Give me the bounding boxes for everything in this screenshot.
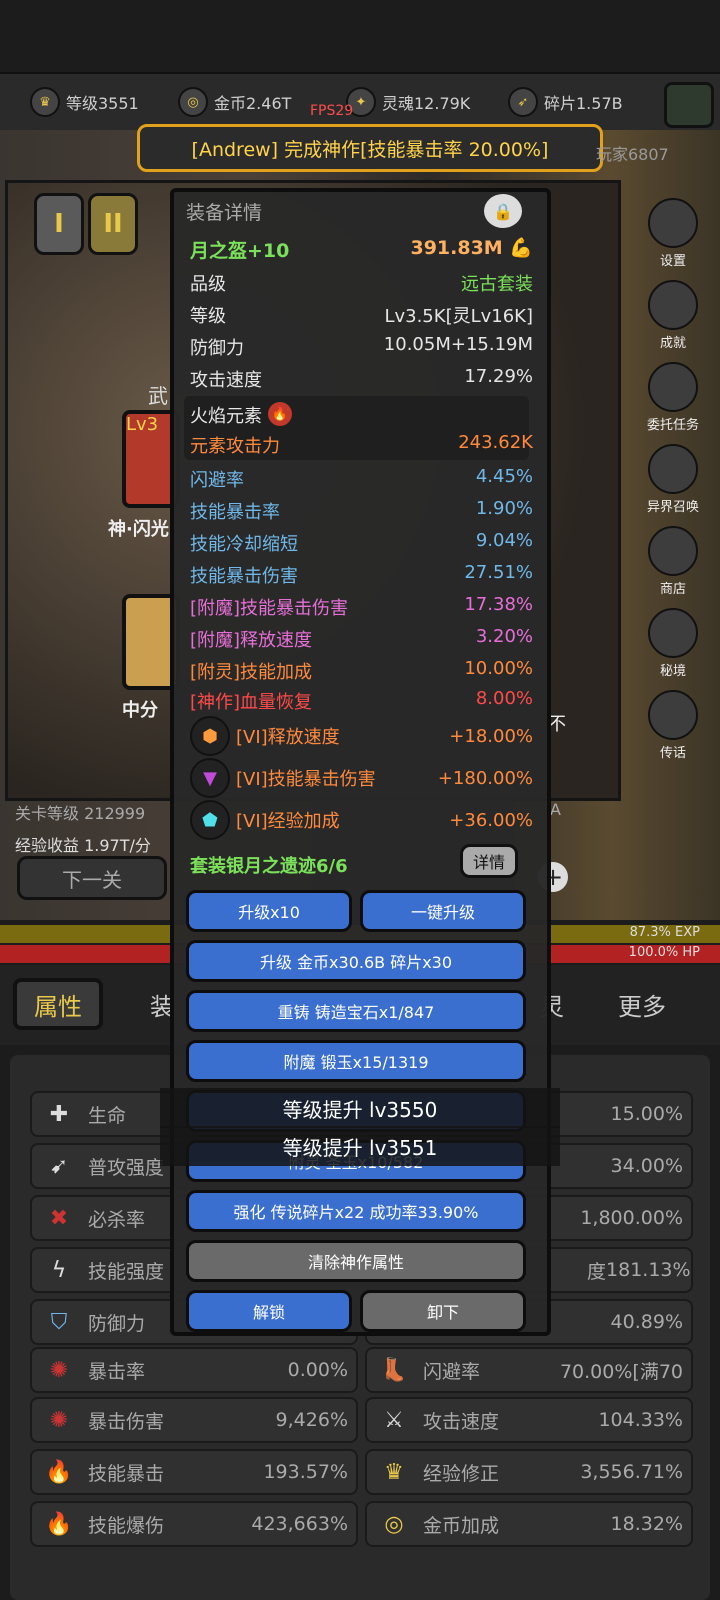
menu-secret-realm[interactable]: 秘境 [633,608,713,679]
right-a-text: A [550,800,561,819]
muscle-icon: 💪 [509,237,533,259]
affix-skill-crit-damage: 技能暴击伤害 27.51% [190,562,533,587]
stat-crit-damage: ✺ 暴击伤害 9,426% [30,1397,358,1443]
fire-icon: 🔥 [268,402,292,426]
affix-dodge: 闪避率 4.45% [190,466,533,491]
affix-enchant-crit-damage: [附魔]技能暴击伤害 17.38% [190,594,533,619]
menu-settings[interactable]: 设置 [633,198,713,269]
affix-masterwork-regen: [神作]血量恢复 8.00% [190,688,533,713]
soul-resource: ✦ 灵魂12.79K [346,87,470,117]
reforge-button[interactable]: 重铸 铸造宝石x1/847 [186,990,526,1032]
menu-achievement[interactable]: 成就 [633,280,713,351]
stat-exp-bonus: ♛ 经验修正 3,556.71% [365,1449,693,1495]
resource-bar: ♛ 等级3551 ◎ 金币2.46T ✦ 灵魂12.79K ➶ 碎片1.57B [0,72,720,132]
skill-name: 神·闪光 [108,519,169,540]
gold-resource: ◎ 金币2.46T [178,87,291,117]
row-level: 等级 Lv3.5K[灵Lv16K] [190,306,533,327]
clear-masterwork-button[interactable]: 清除神作属性 [186,1240,526,1282]
spear-icon: ➹ [49,1153,69,1179]
portal-icon [648,608,698,658]
scroll-icon [648,362,698,412]
item-name: 月之盔+10 [190,240,290,262]
menu-message[interactable]: 传话 [633,690,713,761]
set-detail-button[interactable]: 详情 [460,844,518,878]
fragment-icon: ➶ [508,87,538,117]
fps-counter: FPS29 [310,103,354,119]
stat-skill-crit-damage: 🔥 技能爆伤 423,663% [30,1501,358,1547]
weapon-label: 武 [148,384,168,408]
stat-dodge: 👢 闪避率 70.00%[满70 [365,1347,693,1393]
star-icon [648,280,698,330]
coin-icon: ◎ [178,87,208,117]
gem-crit-damage: ▼ [VI]技能暴击伤害 +180.00% [190,758,533,798]
exp-income: 经验收益 1.97T/分 [15,836,151,855]
item-power: 391.83M 💪 [410,237,533,259]
affix-skill-crit-rate: 技能暴击率 1.90% [190,498,533,523]
menu-summon[interactable]: 异界召唤 [633,444,713,515]
crown-icon: ♛ [384,1459,404,1485]
leaf-menu-icon[interactable] [664,82,714,128]
announcement-banner: [Andrew] 完成神作[技能暴击率 20.00%] [137,124,603,172]
level-resource: ♛ 等级3551 [30,87,139,117]
menu-commission[interactable]: 委托任务 [633,362,713,433]
enchant-button[interactable]: 附魔 锻玉x15/1319 [186,1040,526,1082]
boot-icon: 👢 [380,1357,408,1383]
stage-level: 关卡等级 212999 [15,804,146,823]
stat-crit-rate: ✺ 暴击率 0.00% [30,1347,358,1393]
stat-gold-bonus: ◎ 金币加成 18.32% [365,1501,693,1547]
tier-two-button[interactable]: II [88,193,138,255]
lock-icon[interactable]: 🔒 [484,194,522,228]
toast-level-up-2: 等级提升 lv3551 [160,1126,560,1166]
gem-exp-bonus: ⬟ [VI]经验加成 +36.00% [190,800,533,840]
toast-level-up-1: 等级提升 lv3550 [160,1088,560,1128]
shop-icon [648,526,698,576]
row-defense: 防御力 10.05M+15.19M [190,334,533,359]
stat-attack-speed: ⚔ 攻击速度 104.33% [365,1397,693,1443]
crit-kill-icon: ✖ [49,1205,69,1231]
strengthen-button[interactable]: 强化 传说碎片x22 成功率33.90% [186,1190,526,1232]
amber-gem-icon: ⬢ [190,716,230,756]
coin-icon: ◎ [384,1511,404,1537]
element-title-row: 火焰元素 🔥 [190,402,533,428]
tab-more[interactable]: 更多 [618,987,666,1022]
affix-spirit-skill-bonus: [附灵]技能加成 10.00% [190,658,533,683]
upgrade-button[interactable]: 升级 金币x30.6B 碎片x30 [186,940,526,982]
fragment-resource: ➶ 碎片1.57B [508,87,623,117]
eye-icon [648,444,698,494]
sword-plus-icon: ✚ [49,1101,69,1127]
menu-shop[interactable]: 商店 [633,526,713,597]
shield-icon: ⛉ [50,1309,68,1335]
crown-icon: ♛ [30,87,60,117]
affix-cooldown: 技能冷却缩短 9.04% [190,530,533,555]
gear-icon [648,198,698,248]
crit-rate-icon: ✺ [49,1357,69,1383]
lightning-icon: ϟ [51,1257,67,1283]
next-stage-button[interactable]: 下一关 [17,856,167,900]
horn-icon [648,690,698,740]
crit-damage-icon: ✺ [49,1407,69,1433]
swords-icon: ⚔ [384,1407,404,1433]
affix-enchant-cast-speed: [附魔]释放速度 3.20% [190,626,533,651]
cyan-gem-icon: ⬟ [190,800,230,840]
upgrade-all-button[interactable]: 一键升级 [360,890,526,932]
blue-flame-icon: 🔥 [45,1511,73,1537]
row-attack-speed: 攻击速度 17.29% [190,366,533,391]
upgrade-x10-button[interactable]: 升级x10 [186,890,352,932]
banner-side-text: 玩家6807 [596,145,669,164]
item-header: 月之盔+10 391.83M 💪 [190,236,533,263]
mid-label: 中分 [122,700,158,721]
unequip-button[interactable]: 卸下 [360,1290,526,1332]
row-quality: 品级 远古套装 [190,274,533,295]
blue-flame-icon: 🔥 [45,1459,73,1485]
stat-skill-crit: 🔥 技能暴击 193.57% [30,1449,358,1495]
element-attack-row: 元素攻击力 243.62K [190,432,533,457]
tier-one-button[interactable]: I [34,193,84,255]
purple-gem-icon: ▼ [190,758,230,798]
set-label: 套装银月之遗迹6/6 [190,856,348,877]
unlock-button[interactable]: 解锁 [186,1290,352,1332]
gem-cast-speed: ⬢ [VI]释放速度 +18.00% [190,716,533,756]
tab-attributes[interactable]: 属性 [13,978,103,1030]
panel-title: 装备详情 [186,202,263,224]
